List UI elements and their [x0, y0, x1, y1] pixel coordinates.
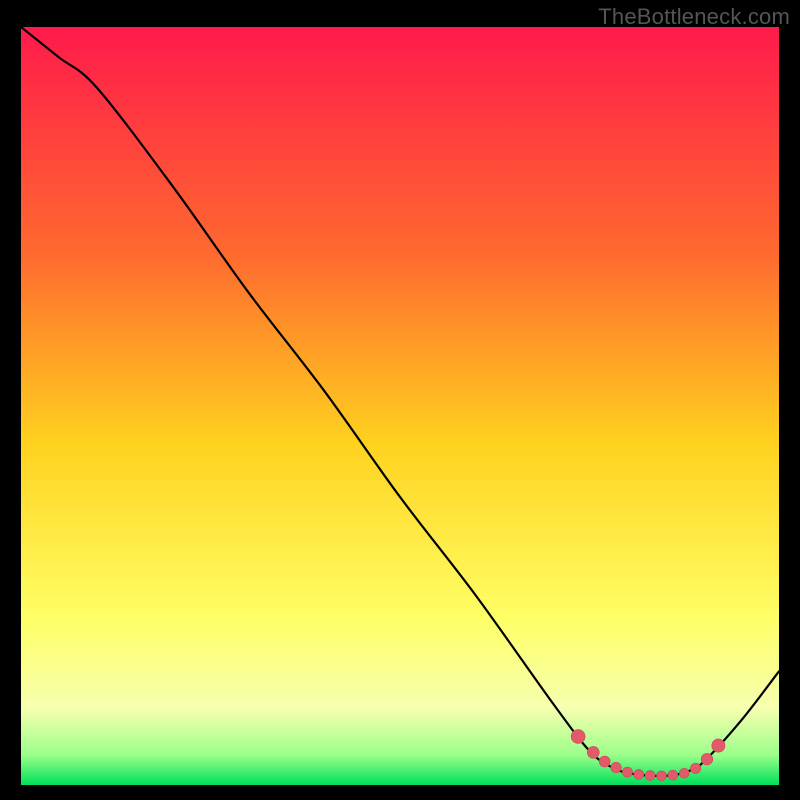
chart-container: TheBottleneck.com	[0, 0, 800, 800]
optimal-marker	[645, 771, 655, 781]
optimal-marker	[611, 762, 622, 773]
optimal-marker	[634, 769, 644, 779]
optimal-marker	[571, 729, 585, 743]
optimal-marker	[690, 763, 700, 773]
bottleneck-chart	[21, 27, 779, 785]
optimal-marker	[599, 756, 610, 767]
gradient-background	[21, 27, 779, 785]
plot-area	[21, 27, 779, 785]
optimal-marker	[622, 767, 632, 777]
optimal-marker	[701, 753, 713, 765]
optimal-marker	[679, 768, 689, 778]
optimal-marker	[587, 746, 599, 758]
optimal-marker	[668, 770, 678, 780]
optimal-marker	[712, 739, 725, 752]
optimal-marker	[657, 771, 667, 781]
